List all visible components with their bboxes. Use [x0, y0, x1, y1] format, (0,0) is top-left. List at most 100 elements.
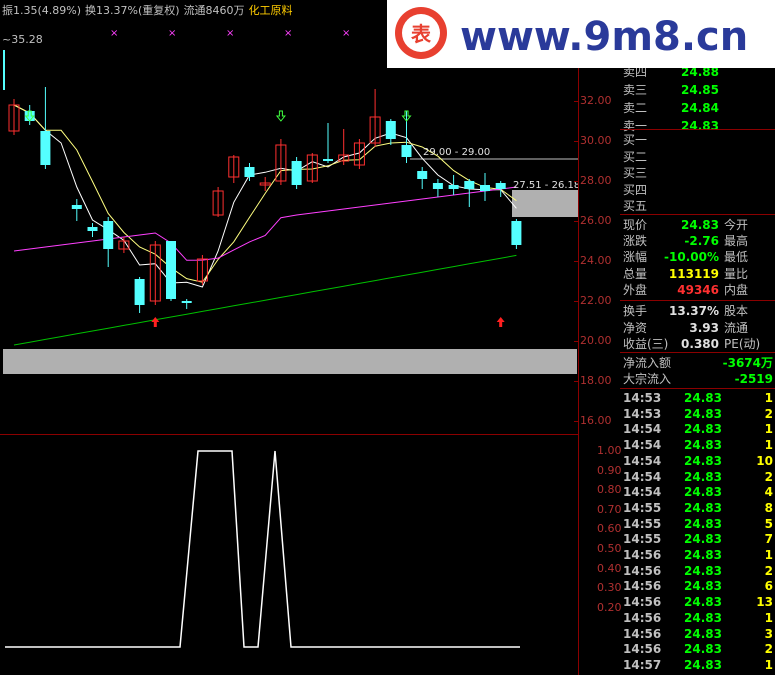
tick-row: 14:56 24.83 13	[620, 594, 775, 610]
candle-body	[401, 145, 412, 157]
tick-time: 14:53	[623, 391, 662, 405]
stat-row: 外盘 49346 内盘	[620, 282, 775, 298]
event-mark: ×	[226, 28, 234, 39]
quote-divider	[620, 352, 775, 353]
price-tick: 22.00	[580, 294, 612, 307]
candle-body	[417, 171, 428, 179]
event-mark: ×	[168, 28, 176, 39]
tick-price: 24.83	[684, 532, 722, 547]
tick-row: 14:54 24.83 1	[620, 437, 775, 453]
ma5-line	[13, 104, 517, 288]
price-annotation: 27.51 - 26.18	[513, 180, 578, 191]
tick-volume: 6	[764, 579, 773, 594]
event-mark: ×	[284, 28, 292, 39]
tick-time: 14:56	[623, 563, 662, 578]
tick-price: 24.83	[684, 626, 722, 641]
quote-label: 买一	[623, 133, 648, 147]
quote-value: 24.85	[681, 83, 719, 97]
sell-level-row: 卖二 24.84	[620, 100, 775, 116]
watermark-graphic: 表 www.9m8.cn	[395, 7, 748, 60]
indicator-tick: 0.40	[597, 561, 622, 575]
flow-value: -3674万	[722, 356, 773, 370]
quote-divider	[620, 129, 775, 130]
indicator-tick: 0.80	[597, 483, 622, 497]
tick-price: 24.83	[684, 391, 722, 405]
signal-line	[5, 450, 520, 648]
tick-volume: 4	[764, 485, 773, 500]
quote-label-2: 最高	[724, 234, 749, 249]
ma60-line	[13, 254, 517, 346]
indicator-chart[interactable]	[0, 434, 578, 675]
candle-body	[103, 221, 114, 249]
tick-price: 24.83	[684, 485, 722, 500]
price-annotation: 29.00 - 29.00	[423, 147, 490, 158]
candle-body	[432, 183, 443, 189]
price-tick: 18.00	[580, 374, 612, 387]
tick-price: 24.83	[684, 422, 722, 437]
tick-row: 14:55 24.83 5	[620, 516, 775, 532]
quote-label-2: 最低	[724, 250, 749, 265]
buy-level-row: 买一	[620, 132, 775, 148]
quote-divider	[620, 300, 775, 301]
price-tick: 30.00	[580, 134, 612, 147]
tick-price: 24.83	[684, 595, 722, 610]
quote-label-2: PE(动)	[724, 337, 761, 351]
event-mark: ×	[342, 28, 350, 39]
candle-body	[480, 185, 490, 191]
price-tick: 32.00	[580, 94, 612, 107]
tick-time: 14:54	[623, 438, 662, 453]
candle-body	[71, 205, 82, 209]
watermark-seal-char: 表	[411, 22, 432, 46]
tick-volume: 1	[764, 438, 773, 453]
price-tick-mark	[574, 181, 578, 182]
flow-label: 净流入额	[623, 356, 672, 370]
axis-divider	[578, 0, 579, 675]
candle-body	[244, 167, 255, 177]
stat-row: 收益(三) 0.380 PE(动)	[620, 336, 775, 352]
candle-body	[291, 161, 302, 185]
tick-time: 14:55	[623, 500, 662, 515]
tick-row: 14:53 24.83 1	[620, 390, 775, 406]
watermark-text: www.9m8.cn	[460, 14, 748, 60]
tick-price: 24.83	[684, 563, 722, 578]
sell-arrow-icon	[275, 110, 286, 122]
stat-row: 涨跌 -2.76 最高	[620, 233, 775, 249]
tick-time: 14:54	[623, 469, 662, 484]
candle-body	[323, 159, 333, 161]
ma10-line	[13, 104, 517, 283]
tick-volume: 2	[764, 563, 773, 578]
buy-level-row: 买四	[620, 182, 775, 198]
stat-row: 总量 113119 量比	[620, 266, 775, 282]
quote-label: 买二	[623, 149, 648, 164]
price-tick-mark	[574, 381, 578, 382]
sell-level-row: 卖三 24.85	[620, 82, 775, 98]
indicator-tick: 1.00	[597, 444, 622, 457]
tick-time: 14:56	[623, 548, 662, 562]
quote-label-2: 内盘	[724, 282, 749, 297]
stat-row: 净资 3.93 流通	[620, 320, 775, 336]
quote-panel: 卖四 24.88 卖三 24.85 卖二 24.84 卖一 24.83 买一 买二 买三 买四 买五 现价…	[620, 0, 775, 675]
tick-volume: 2	[764, 642, 773, 657]
tick-volume: 1	[764, 657, 773, 672]
tick-row: 14:54 24.83 1	[620, 421, 775, 437]
tick-price: 24.83	[684, 500, 722, 515]
tick-row: 14:56 24.83 2	[620, 563, 775, 579]
tick-time: 14:55	[623, 532, 662, 547]
candle-body	[134, 279, 145, 305]
tick-time: 14:53	[623, 406, 662, 421]
quote-label-2: 流通	[724, 320, 749, 335]
quote-label: 外盘	[623, 282, 648, 297]
candle-body	[166, 241, 176, 299]
quote-label: 卖三	[623, 83, 648, 97]
tick-volume: 10	[756, 453, 773, 468]
price-band-current	[512, 190, 578, 217]
indicator-tick: 0.20	[597, 600, 622, 614]
price-tick-mark	[574, 101, 578, 102]
price-tick: 26.00	[580, 214, 612, 227]
indicator-tick: 0.30	[597, 581, 622, 595]
stat-row: 现价 24.83 今开	[620, 217, 775, 233]
tick-volume: 2	[764, 469, 773, 484]
tick-row: 14:55 24.83 7	[620, 531, 775, 547]
candle-body	[495, 183, 506, 189]
tick-row: 14:53 24.83 2	[620, 406, 775, 422]
